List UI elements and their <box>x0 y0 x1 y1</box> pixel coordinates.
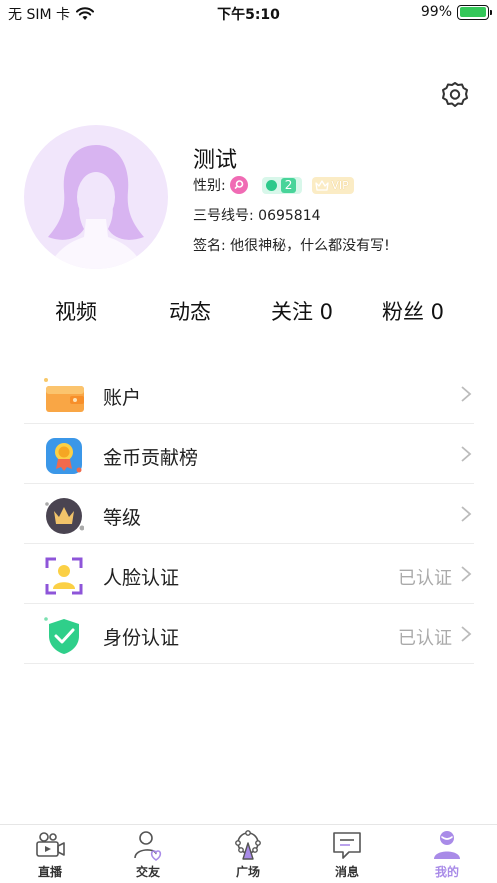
profile-icon <box>434 831 460 859</box>
menu-item-account[interactable]: 账户 <box>24 364 474 424</box>
menu-label-account: 账户 <box>103 387 142 409</box>
id-verified-status: 已认证 <box>398 628 452 649</box>
level-badge: 2 <box>261 176 303 194</box>
tab-mine[interactable]: 我的 <box>417 829 477 880</box>
vip-label: VIP <box>331 178 349 192</box>
signature-value: 他很神秘，什么都没有写! <box>230 238 390 254</box>
tab-bar: 直播 交友 广场 消息 我的 <box>0 824 497 883</box>
level-gem-icon <box>265 179 277 191</box>
tab-label-square: 广场 <box>235 865 260 879</box>
tab-label-friends: 交友 <box>135 865 160 879</box>
menu-item-coin-ranking[interactable]: 金币贡献榜 <box>24 424 474 484</box>
status-bar: 无 SIM 卡 下午5:10 99% <box>0 0 497 26</box>
user-name: 测试 <box>193 148 238 173</box>
battery-fill <box>459 7 487 17</box>
medal-icon <box>46 438 82 474</box>
gender-row: 性别: 2 VIP <box>193 175 354 195</box>
menu-list: 账户 金币贡献榜 等级 人脸认证 已认证 身份认证 已认证 <box>24 364 474 664</box>
menu-item-level[interactable]: 等级 <box>24 484 474 544</box>
crown-icon <box>45 498 84 534</box>
status-right: 99% <box>420 4 492 20</box>
menu-label-id-verify: 身份认证 <box>103 627 180 649</box>
stat-video[interactable]: 视频 <box>55 296 97 326</box>
vip-crown-icon <box>315 179 330 191</box>
stat-fans[interactable]: 粉丝 0 <box>382 296 444 326</box>
menu-label-level: 等级 <box>103 507 142 529</box>
chevron-right-icon <box>461 566 472 582</box>
avatar[interactable] <box>24 125 168 269</box>
shield-check-icon <box>44 617 79 654</box>
level-number: 2 <box>280 177 297 193</box>
chevron-right-icon <box>461 386 472 402</box>
chevron-right-icon <box>461 626 472 642</box>
face-verified-status: 已认证 <box>398 568 452 589</box>
message-icon <box>333 832 361 859</box>
chevron-right-icon <box>461 446 472 462</box>
phone-label: 三号线号: <box>193 208 254 224</box>
signature-row: 签名: 他很神秘，什么都没有写! <box>193 235 390 255</box>
tab-messages[interactable]: 消息 <box>317 829 377 880</box>
tab-label-live: 直播 <box>37 865 62 879</box>
stat-moments[interactable]: 动态 <box>169 296 211 326</box>
stats-row: 视频 动态 关注 0 粉丝 0 <box>0 296 497 326</box>
live-camera-icon <box>36 832 65 857</box>
tab-square[interactable]: 广场 <box>218 829 278 880</box>
menu-item-face-verify[interactable]: 人脸认证 已认证 <box>24 544 474 604</box>
tab-label-mine: 我的 <box>434 865 459 879</box>
phone-value: 0695814 <box>258 208 321 224</box>
ferris-wheel-icon <box>235 830 261 860</box>
tab-live[interactable]: 直播 <box>20 829 80 880</box>
wallet-icon <box>44 378 84 412</box>
signature-label: 签名: <box>193 238 226 254</box>
tab-label-messages: 消息 <box>334 865 359 879</box>
face-scan-icon <box>45 557 83 595</box>
chevron-right-icon <box>461 506 472 522</box>
tab-friends[interactable]: 交友 <box>118 829 178 880</box>
menu-label-face-verify: 人脸认证 <box>103 567 180 589</box>
default-avatar-icon <box>48 145 144 269</box>
stat-follow[interactable]: 关注 0 <box>271 296 333 326</box>
vip-badge: VIP <box>312 176 354 194</box>
menu-label-coin-ranking: 金币贡献榜 <box>103 447 199 469</box>
menu-item-id-verify[interactable]: 身份认证 已认证 <box>24 604 474 664</box>
female-gender-icon <box>229 176 248 194</box>
phone-row: 三号线号: 0695814 <box>193 205 321 225</box>
battery-icon <box>457 4 492 20</box>
settings-icon[interactable] <box>440 80 470 110</box>
battery-percent: 99% <box>420 4 452 20</box>
friends-icon <box>134 831 162 861</box>
gender-label: 性别: <box>193 178 226 194</box>
